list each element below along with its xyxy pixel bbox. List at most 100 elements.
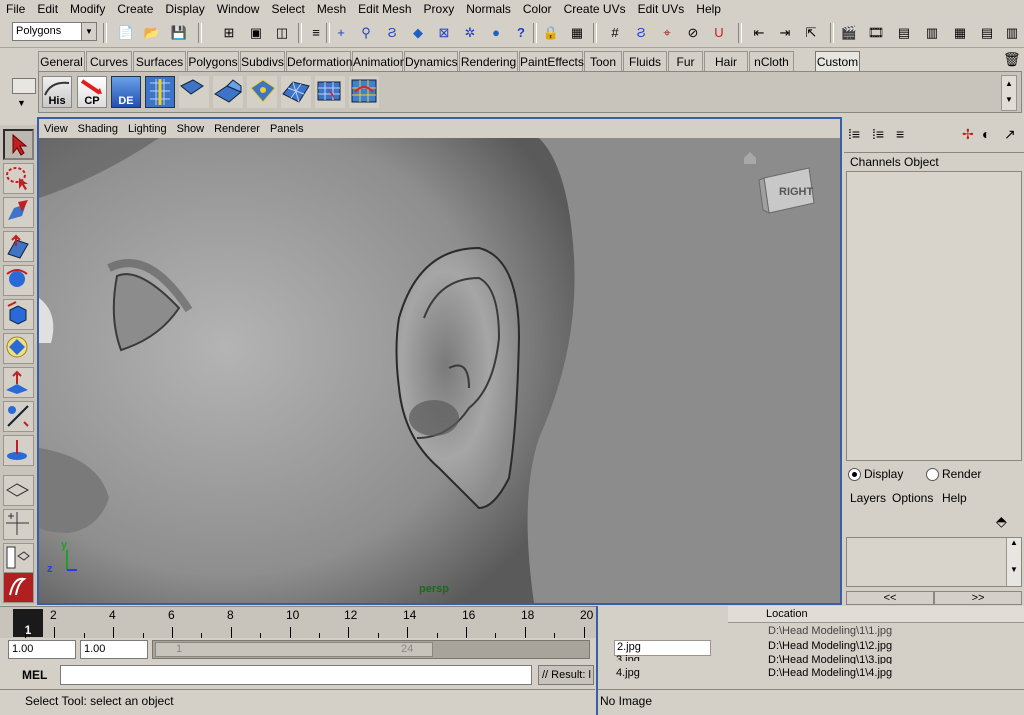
layer-menu-help[interactable]: Help [942,491,967,505]
scroll-left-button[interactable]: << [846,591,934,605]
tab-curves[interactable]: Curves [86,51,132,71]
command-language-label[interactable]: MEL [22,668,47,682]
extrude-icon[interactable] [213,76,243,108]
select-misc-icon[interactable]: ? [511,23,531,43]
tab-dynamics[interactable]: Dynamics [404,51,458,71]
lasso-tool-button[interactable] [3,163,34,194]
range-slider[interactable]: 1 24 [152,640,590,659]
select-render-icon[interactable]: ● [486,23,506,43]
paint-select-tool-button[interactable] [3,197,34,228]
menu-modify[interactable]: Modify [64,0,111,19]
menu-create-uvs[interactable]: Create UVs [558,0,632,19]
scroll-right-button[interactable]: >> [934,591,1022,605]
new-layer-icon[interactable]: ⬘ [996,513,1007,530]
maya-logo-button[interactable] [3,572,34,603]
playback-start-field[interactable]: 1.00 [80,640,148,659]
select-object-icon[interactable]: ▣ [246,23,266,43]
select-faces-icon[interactable] [315,76,345,108]
viewport-menu-lighting[interactable]: Lighting [123,123,172,135]
select-handle-icon[interactable]: + [331,23,351,43]
select-joint-icon[interactable]: ⚲ [356,23,376,43]
uv-icon[interactable] [349,76,379,108]
viewport-menu-show[interactable]: Show [172,123,210,135]
ipr-render-icon[interactable]: 🎞 [866,23,886,43]
show-hide-layer-editor-icon[interactable]: ▥ [1002,23,1022,43]
select-tool-button[interactable] [3,129,34,160]
tab-rendering[interactable]: Rendering [459,51,518,71]
select-surface-icon[interactable]: ◆ [408,23,428,43]
render-frame-icon[interactable]: 🎬 [839,23,859,43]
file-row-path[interactable]: D:\Head Modeling\1\4.jpg [768,667,892,679]
layer-menu-options[interactable]: Options [892,491,933,505]
construction-history-icon[interactable]: ⇱ [801,23,821,43]
new-scene-icon[interactable]: 📄 [116,23,136,43]
combined-view-icon[interactable]: ≡ [896,126,904,142]
shelf-button-center-pivot[interactable]: CP [77,76,107,108]
snap-curve-icon[interactable]: Ϩ [631,23,651,43]
tab-deformation[interactable]: Deformation [286,51,352,71]
show-hide-attr-editor-icon[interactable]: ▥ [922,23,942,43]
tab-custom[interactable]: Custom [815,51,860,71]
menu-window[interactable]: Window [211,0,266,19]
move-tool-button[interactable] [3,231,34,262]
layer-scrollbar[interactable]: ▲ ▼ [1006,538,1021,586]
menu-edit-uvs[interactable]: Edit UVs [632,0,691,19]
tab-ncloth[interactable]: nCloth [749,51,794,71]
trash-icon[interactable]: 🗑 [1003,51,1021,68]
viewport-canvas[interactable]: RIGHT z y persp [39,138,840,603]
four-view-layout-button[interactable] [3,509,34,540]
rotate-tool-button[interactable] [3,265,34,296]
start-time-field[interactable]: 1.00 [8,640,76,659]
file-row-path[interactable]: D:\Head Modeling\1\2.jpg [768,640,892,652]
file-row-name[interactable]: 3.jpg [616,654,640,661]
channel-list[interactable] [846,171,1022,461]
select-component-icon[interactable]: ◫ [272,23,292,43]
shelf-scrollbar[interactable]: ▲ ▼ [1001,75,1017,111]
tab-toon[interactable]: Toon [584,51,622,71]
current-frame-marker[interactable]: 1 [13,609,43,637]
channel-menu-channels[interactable]: Channels [850,155,901,169]
attribute-view-icon[interactable]: ⁞≡ [872,126,884,142]
snap-point-icon[interactable]: ⌖ [657,23,677,43]
select-dynamic-icon[interactable]: ✲ [460,23,480,43]
tab-surfaces[interactable]: Surfaces [133,51,186,71]
viewport-menu-shading[interactable]: Shading [73,123,123,135]
output-ops-icon[interactable]: ⇥ [775,23,795,43]
viewport-menu-panels[interactable]: Panels [265,123,309,135]
tab-fur[interactable]: Fur [668,51,703,71]
select-curve-icon[interactable]: Ϩ [382,23,402,43]
menu-select[interactable]: Select [265,0,310,19]
menu-normals[interactable]: Normals [460,0,517,19]
highlight-selection-icon[interactable]: ▦ [567,23,587,43]
layer-menu-layers[interactable]: Layers [850,491,886,505]
tab-fluids[interactable]: Fluids [623,51,667,71]
save-scene-icon[interactable]: 💾 [169,23,189,43]
menu-mesh[interactable]: Mesh [311,0,352,19]
render-radio[interactable] [926,468,939,481]
render-globals-icon[interactable]: ▤ [894,23,914,43]
scale-tool-button[interactable] [3,299,34,330]
shelf-button-delete-edge[interactable]: DE [111,76,141,108]
file-row-name[interactable]: 4.jpg [616,667,640,679]
split-polygon-icon[interactable] [145,76,175,108]
input-ops-icon[interactable]: ⇤ [749,23,769,43]
menu-color[interactable]: Color [517,0,558,19]
shelf-options-button[interactable] [12,78,36,94]
menu-file[interactable]: File [0,0,31,19]
universal-manipulator-button[interactable] [3,333,34,364]
make-live-icon[interactable]: U [709,23,729,43]
shelf-button-history[interactable]: His [42,76,72,108]
shading-ball-icon[interactable]: ◐ [982,126,990,142]
menu-proxy[interactable]: Proxy [418,0,461,19]
smooth-icon[interactable] [247,76,277,108]
single-perspective-layout-button[interactable] [3,475,34,506]
tab-polygons[interactable]: Polygons [187,51,239,71]
channel-menu-object[interactable]: Object [904,155,939,169]
select-deformer-icon[interactable]: ⊠ [434,23,454,43]
last-tool-button[interactable] [3,435,34,466]
menu-display[interactable]: Display [159,0,210,19]
tab-hair[interactable]: Hair [704,51,748,71]
outliner-layout-button[interactable] [3,543,34,574]
pointer-icon[interactable]: ↗ [1004,126,1016,143]
show-hide-channel-box-icon[interactable]: ▤ [977,23,997,43]
